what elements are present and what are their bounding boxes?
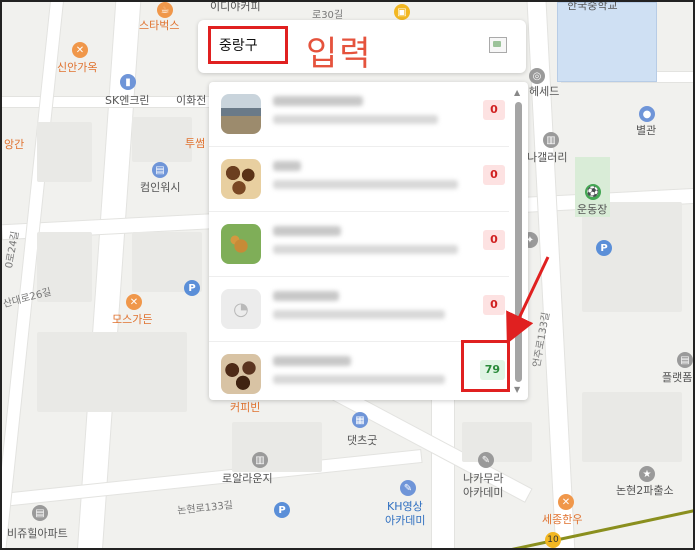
- annotation-arrow-icon: [506, 256, 550, 344]
